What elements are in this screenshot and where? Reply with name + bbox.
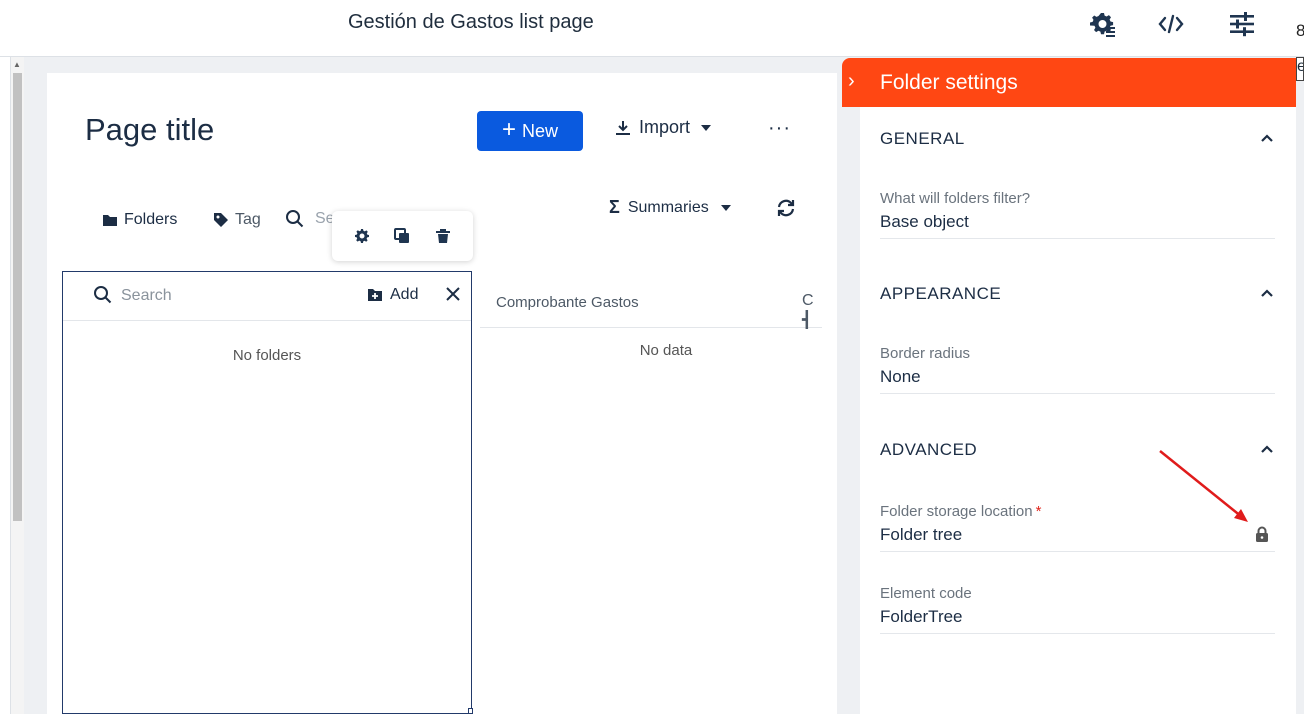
duplicate-icon[interactable] [392,226,412,246]
divider [880,633,1275,634]
new-button-label: New [522,120,559,141]
chevron-up-icon[interactable] [1258,440,1276,458]
folders-filter[interactable]: Folders [102,211,177,229]
element-toolbar [332,211,473,261]
sliders-icon[interactable] [1228,10,1258,38]
download-icon [616,120,630,135]
plus-icon: + [501,116,516,143]
empty-folders-text: No folders [232,347,302,364]
folder-tree-header: Add [63,272,471,321]
empty-table-text: No data [639,342,693,359]
clipped-box: e [1296,57,1304,81]
settings-panel-header: › Folder settings [842,58,1296,107]
border-radius-field[interactable]: None [880,367,921,387]
chevron-up-icon[interactable] [1258,284,1276,302]
page-header-title: Gestión de Gastos list page [348,11,594,33]
gear-list-icon[interactable] [1088,10,1118,38]
close-icon[interactable] [443,284,463,304]
folders-label: Folders [124,211,178,228]
column-header[interactable]: C ┫ [802,292,822,330]
code-icon[interactable] [1157,10,1187,38]
divider [880,238,1275,239]
add-folder-label: Add [390,286,419,303]
search-icon [93,285,113,305]
scrollbar-thumb[interactable] [13,73,22,521]
summaries-button[interactable]: Σ Summaries [609,197,731,218]
tag-label: Tag [235,211,261,228]
import-button-label: Import [639,117,691,137]
field-label: Element code [880,585,972,602]
summaries-label: Summaries [627,198,709,216]
required-mark: * [1035,503,1042,520]
field-label: Border radius [880,345,971,362]
chevron-up-icon[interactable] [1258,129,1276,147]
scroll-up-arrow-icon[interactable]: ▲ [13,60,21,69]
import-button[interactable]: Import [614,117,712,138]
top-bar: Gestión de Gastos list page [0,0,1304,57]
settings-panel-title: Folder settings [880,71,1018,94]
element-code-field[interactable]: FolderTree [880,607,963,627]
trash-icon[interactable] [433,226,453,246]
column-header[interactable]: Comprobante Gastos [496,294,639,311]
folder-icon [103,215,117,226]
refresh-icon[interactable] [775,197,797,219]
tag-filter[interactable]: Tag [213,211,261,229]
tag-icon [214,213,228,227]
column-header-clipped: C [802,292,814,309]
left-edge [0,57,11,714]
chevron-down-icon [720,204,731,211]
annotation-arrow [1159,450,1248,522]
section-general-title[interactable]: GENERAL [880,129,965,149]
section-appearance-title[interactable]: APPEARANCE [880,284,1001,304]
divider [880,551,1275,552]
new-button[interactable]: + New [477,111,583,151]
section-advanced-title[interactable]: ADVANCED [880,440,977,460]
table-header: Comprobante Gastos C ┫ [480,283,822,330]
folder-plus-icon [368,289,382,301]
folder-storage-location-field[interactable]: Folder tree [880,525,962,545]
search-icon [286,210,304,228]
resize-handle[interactable] [468,708,473,714]
sigma-icon: Σ [609,197,620,217]
divider [880,393,1275,394]
chevron-down-icon [701,124,712,131]
field-label-text: Folder storage location [880,503,1033,520]
field-label: What will folders filter? [880,190,1031,207]
settings-gear-icon[interactable] [352,226,372,246]
field-label: Folder storage location * [880,503,1041,520]
more-options-button[interactable]: ··· [768,117,791,140]
page-title[interactable]: Page title [85,112,214,148]
folder-tree-panel[interactable]: Add No folders [62,271,472,714]
base-object-field[interactable]: Base object [880,212,969,232]
chevron-right-icon[interactable]: › [848,70,855,93]
folder-search-input[interactable] [121,284,351,308]
add-folder-button[interactable]: Add [367,286,418,304]
clipped-text: 8 [1296,21,1304,40]
